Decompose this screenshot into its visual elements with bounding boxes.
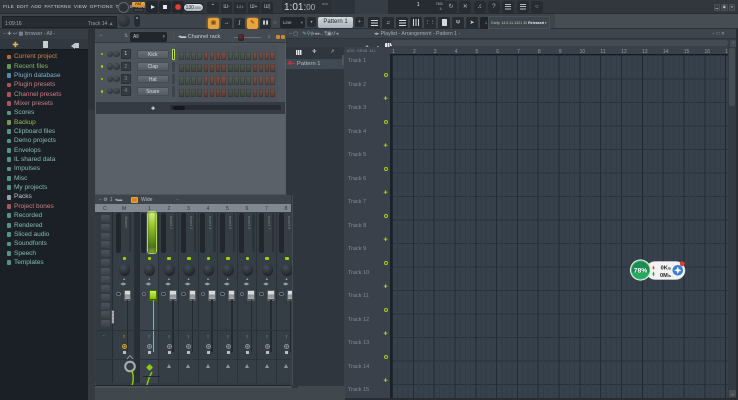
svg-text:78%: 78% <box>634 268 648 275</box>
